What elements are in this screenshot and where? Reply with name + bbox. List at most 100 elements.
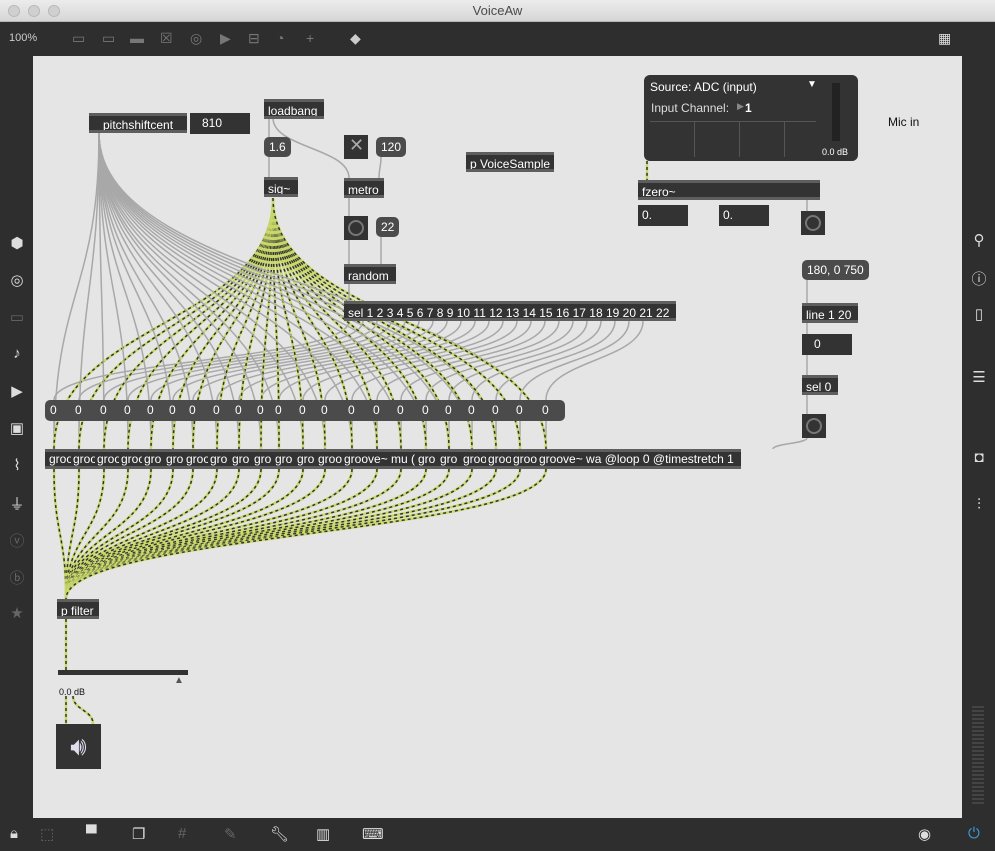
- select-icon[interactable]: ⬚: [40, 825, 54, 843]
- b-icon[interactable]: ⓑ: [7, 567, 27, 588]
- zero-message[interactable]: 0: [235, 403, 242, 417]
- groove-object[interactable]: gro: [144, 452, 164, 466]
- groove-object[interactable]: gro: [297, 452, 316, 466]
- keyboard-icon[interactable]: ⌨: [362, 825, 384, 843]
- slider-icon[interactable]: ⊟: [248, 30, 260, 47]
- adc-gain-slider[interactable]: [832, 83, 840, 141]
- star-icon[interactable]: ★: [7, 604, 27, 622]
- zoom-level[interactable]: 100%: [9, 32, 37, 44]
- gain-slider-thumb[interactable]: ▲: [174, 675, 184, 686]
- book-icon[interactable]: ▯: [969, 305, 989, 323]
- sig-object[interactable]: sig~: [264, 177, 298, 197]
- groove-object[interactable]: groo: [488, 452, 511, 466]
- zero-message[interactable]: 0: [75, 403, 82, 417]
- paint-icon[interactable]: ◆: [350, 30, 361, 47]
- loadbang-object[interactable]: loadbang: [264, 99, 324, 119]
- windows-icon[interactable]: ❐: [132, 825, 145, 843]
- pfilter-subpatcher[interactable]: p filter: [57, 599, 99, 619]
- zero-message[interactable]: 0: [373, 403, 380, 417]
- zero-message[interactable]: 0: [422, 403, 429, 417]
- v-icon[interactable]: ⓥ: [7, 530, 27, 551]
- groove-object[interactable]: gro: [232, 452, 252, 466]
- snap-icon[interactable]: ✎: [224, 825, 237, 843]
- input-channel-value[interactable]: 1: [745, 101, 752, 115]
- zero-message[interactable]: 0: [257, 403, 264, 417]
- chevron-down-icon[interactable]: ▼: [807, 79, 817, 90]
- zero-message[interactable]: 0: [542, 403, 549, 417]
- zero-message[interactable]: 0: [516, 403, 523, 417]
- groove-object[interactable]: gro: [440, 452, 461, 466]
- sel-object[interactable]: sel 1 2 3 4 5 6 7 8 9 10 11 12 13 14 15 …: [344, 301, 676, 321]
- line-object[interactable]: line 1 20: [802, 303, 858, 323]
- voicesample-subpatcher[interactable]: p VoiceSample: [466, 152, 554, 172]
- add-icon[interactable]: +: [306, 30, 314, 46]
- zero-message[interactable]: 0: [299, 403, 306, 417]
- toggle-icon[interactable]: ☒: [160, 30, 173, 47]
- groove-object[interactable]: groo: [49, 452, 71, 466]
- groove-object[interactable]: groo: [121, 452, 142, 466]
- zero-message[interactable]: 0: [100, 403, 107, 417]
- presentation-mode-icon[interactable]: ▀: [86, 825, 97, 842]
- metro-object[interactable]: metro: [344, 178, 384, 198]
- power-icon[interactable]: ⏻: [968, 825, 980, 842]
- zero-message[interactable]: 0: [50, 403, 57, 417]
- message-1-6[interactable]: 1.6: [264, 137, 291, 157]
- message-120[interactable]: 120: [376, 137, 407, 157]
- button-icon[interactable]: ◎: [190, 30, 202, 47]
- metro-bang[interactable]: [344, 216, 368, 240]
- gain-slider[interactable]: [58, 670, 188, 675]
- grid-toggle-icon[interactable]: #: [178, 825, 186, 842]
- groove-object[interactable]: groo: [463, 452, 486, 466]
- sel-0-bang[interactable]: [802, 414, 826, 438]
- close-button[interactable]: [8, 5, 20, 17]
- master-volume-slider[interactable]: [972, 706, 984, 806]
- message-icon[interactable]: ▭: [102, 30, 115, 47]
- groove-object[interactable]: groo: [97, 452, 119, 466]
- fzero-amp-number[interactable]: 0.: [719, 205, 769, 226]
- piano-icon[interactable]: ▥: [316, 825, 330, 843]
- minimize-button[interactable]: [28, 5, 40, 17]
- zero-message[interactable]: 0: [275, 403, 282, 417]
- paperclip-icon[interactable]: ⌇: [7, 456, 27, 474]
- music-note-icon[interactable]: ♪: [7, 345, 27, 362]
- metro-toggle[interactable]: ✕: [344, 135, 368, 159]
- play-icon[interactable]: ▶: [220, 30, 231, 47]
- comment-icon[interactable]: ▬: [130, 30, 144, 46]
- groove-object[interactable]: gro: [418, 452, 438, 466]
- zero-message[interactable]: 0: [445, 403, 452, 417]
- media-icon[interactable]: ▶: [7, 382, 27, 400]
- wrench-icon[interactable]: 🔧︎: [270, 825, 289, 843]
- fzero-pitch-number[interactable]: 0.: [638, 205, 688, 226]
- mixer-icon[interactable]: ⫶: [969, 496, 989, 513]
- keyboard-icon[interactable]: ▭: [7, 308, 27, 326]
- zero-message[interactable]: 0: [213, 403, 220, 417]
- plug-icon[interactable]: ⏚: [7, 493, 27, 514]
- groove-object[interactable]: groo: [513, 452, 537, 466]
- zero-message[interactable]: 0: [147, 403, 154, 417]
- adc-panel[interactable]: Source: ADC (input) ▼ Input Channel: ▶ 1…: [644, 75, 858, 161]
- groove-object[interactable]: groove~ mu (: [344, 452, 416, 466]
- info-icon[interactable]: ⓘ: [969, 268, 989, 289]
- sel-0-object[interactable]: sel 0: [802, 375, 838, 395]
- pitch-number-box[interactable]: 810: [190, 113, 250, 134]
- search-icon[interactable]: ⚲: [969, 231, 989, 249]
- zero-message[interactable]: 0: [348, 403, 355, 417]
- zero-message[interactable]: 0: [321, 403, 328, 417]
- speaker-icon[interactable]: 🔊︎: [56, 724, 101, 769]
- image-icon[interactable]: ▣: [7, 419, 27, 437]
- pitchshiftcent-number[interactable]: pitchshiftcent: [89, 113, 187, 133]
- groove-object[interactable]: gro: [275, 452, 295, 466]
- dial-icon[interactable]: ◔: [276, 30, 284, 46]
- zero-message[interactable]: 0: [189, 403, 196, 417]
- zoom-button[interactable]: [48, 5, 60, 17]
- zero-message[interactable]: 0: [397, 403, 404, 417]
- lock-icon[interactable]: 🔒︎: [10, 825, 18, 842]
- zero-message[interactable]: 0: [124, 403, 131, 417]
- random-object[interactable]: random: [344, 264, 396, 284]
- groove-object[interactable]: gro: [210, 452, 230, 466]
- patcher-canvas[interactable]: pitchshiftcent 810 loadbang 1.6 sig~ ✕ 1…: [33, 56, 962, 818]
- groove-object[interactable]: groo: [318, 452, 342, 466]
- fzero-onset-bang[interactable]: [801, 211, 825, 235]
- target-icon[interactable]: ◎: [7, 271, 27, 289]
- message-22[interactable]: 22: [376, 217, 400, 237]
